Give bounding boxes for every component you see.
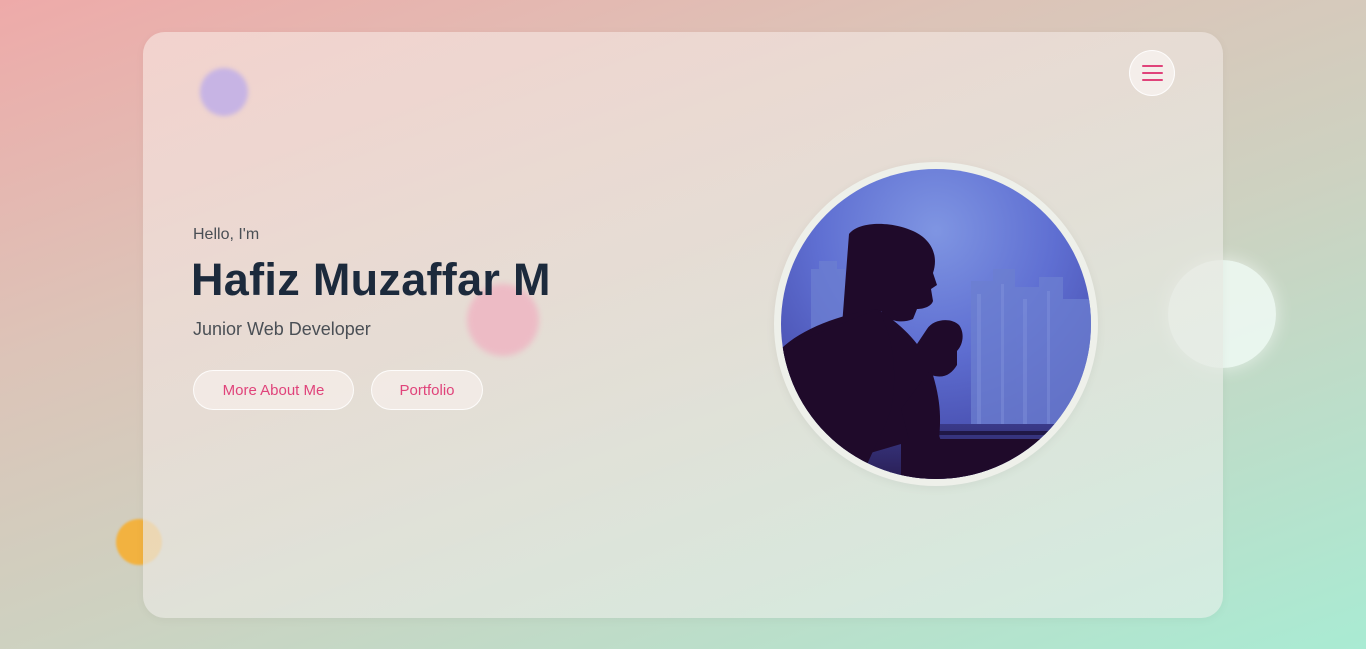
hero-card: Hello, I'm Hafiz Muzaffar M Junior Web D… [143,32,1223,618]
more-about-me-button[interactable]: More About Me [193,370,354,410]
hamburger-menu-icon-line [1141,79,1163,81]
hamburger-menu-icon [1141,65,1163,67]
job-title: Junior Web Developer [193,319,371,339]
avatar [781,169,1091,479]
portfolio-button[interactable]: Portfolio [371,370,483,410]
hamburger-menu-icon-line [1141,72,1163,74]
greeting-text: Hello, I'm [193,226,260,243]
profile-photo [781,169,1091,479]
avatar-frame [774,162,1098,486]
menu-button[interactable] [1129,50,1175,96]
hero-name: Hafiz Muzaffar M [191,254,551,305]
decorative-blob-purple [200,68,248,116]
